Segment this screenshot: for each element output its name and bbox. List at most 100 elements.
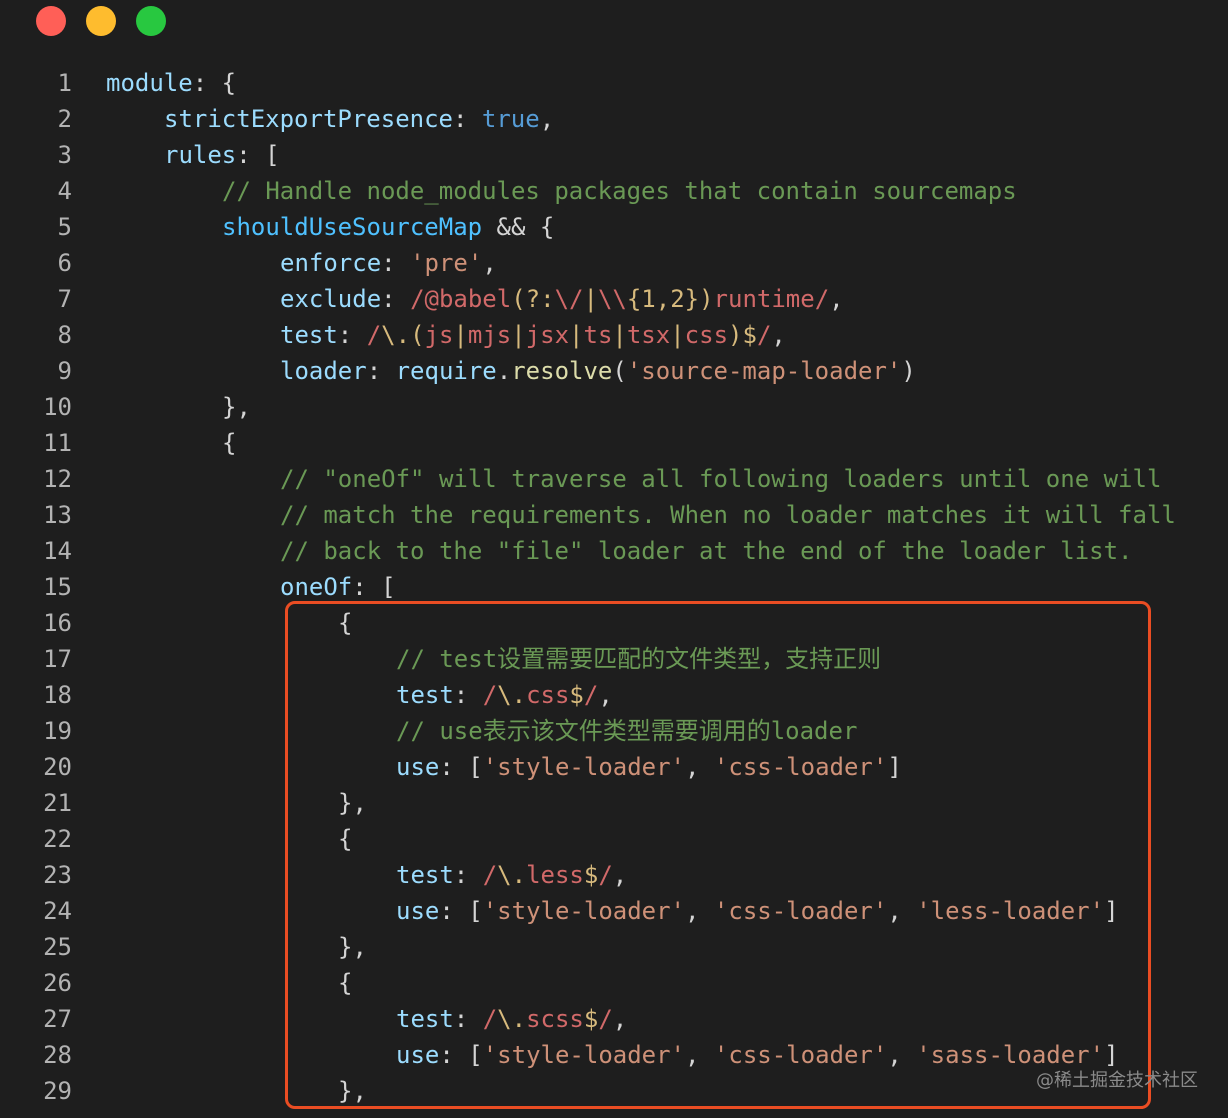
line-number: 25: [43, 933, 72, 961]
line-content: // "oneOf" will traverse all following l…: [280, 461, 1161, 497]
code-token: true: [481, 105, 540, 133]
line-number: 12: [43, 465, 72, 493]
code-token: ): [699, 285, 714, 313]
code-token: // match the requirements. When no loade…: [280, 501, 1176, 529]
code-token: ): [728, 321, 743, 349]
line-number: 27: [43, 1005, 72, 1033]
line-content: loader: require.resolve('source-map-load…: [280, 353, 916, 389]
code-line: 7 exclude: /@babel(?:\/|\\{1,2})runtime/,: [0, 281, 1228, 317]
line-content: enforce: 'pre',: [280, 245, 497, 281]
line-number: 8: [57, 321, 72, 349]
code-token: /: [756, 321, 772, 349]
line-number: 5: [57, 213, 72, 241]
code-token: /@babel: [410, 285, 512, 313]
line-number: 24: [43, 897, 72, 925]
code-token: exclude: [280, 285, 382, 313]
code-token: :: [381, 285, 411, 313]
code-token: rules: [164, 141, 237, 169]
code-token: loader: [280, 357, 367, 385]
code-line: 2 strictExportPresence: true,: [0, 101, 1228, 137]
code-token: && {: [482, 213, 555, 241]
line-number: 2: [57, 105, 72, 133]
code-token: resolve: [511, 357, 613, 385]
code-token: strictExportPresence: [164, 105, 453, 133]
window-controls: [36, 6, 166, 36]
line-number: 18: [43, 681, 72, 709]
code-line: 1 module: {: [0, 65, 1228, 101]
code-token: runtime/: [713, 285, 830, 313]
code-token: tsx: [626, 321, 671, 349]
line-content: module: {: [106, 65, 236, 101]
code-line: 14 // back to the "file" loader at the en…: [0, 533, 1228, 569]
line-number: 15: [43, 573, 72, 601]
code-line: 15 oneOf: [: [0, 569, 1228, 605]
code-token: // back to the "file" loader at the end …: [280, 537, 1133, 565]
code-token: \/: [554, 285, 584, 313]
line-content: // match the requirements. When no loade…: [280, 497, 1176, 533]
line-content: strictExportPresence: true,: [164, 101, 554, 137]
code-token: .: [496, 357, 512, 385]
code-token: (: [612, 357, 627, 385]
line-number: 13: [43, 501, 72, 529]
code-line: 4 // Handle node_modules packages that co…: [0, 173, 1228, 209]
code-token: 'source-map-loader': [626, 357, 902, 385]
line-content: shouldUseSourceMap && {: [222, 209, 554, 245]
code-token: shouldUseSourceMap: [222, 213, 483, 241]
code-token: ,: [829, 285, 844, 313]
code-token: ts: [583, 321, 613, 349]
code-line: 10},: [0, 389, 1228, 425]
code-token: : [: [352, 573, 396, 601]
code-token: {1,2}: [626, 285, 700, 313]
code-token: enforce: [280, 249, 382, 277]
line-number: 20: [43, 753, 72, 781]
line-content: exclude: /@babel(?:\/|\\{1,2})runtime/,: [280, 281, 844, 317]
line-number: 22: [43, 825, 72, 853]
code-token: // Handle node_modules packages that con…: [222, 177, 1017, 205]
code-token: module: [106, 69, 193, 97]
code-token: |: [453, 321, 468, 349]
code-token: oneOf: [280, 573, 353, 601]
line-number: 19: [43, 717, 72, 745]
code-line: 9 loader: require.resolve('source-map-loa…: [0, 353, 1228, 389]
line-number: 16: [43, 609, 72, 637]
line-content: // back to the "file" loader at the end …: [280, 533, 1133, 569]
code-token: (?:: [511, 285, 555, 313]
code-line: 8 test: /\.(js|mjs|jsx|ts|tsx|css)$/,: [0, 317, 1228, 353]
code-token: (: [410, 321, 425, 349]
code-token: \\: [597, 285, 627, 313]
code-token: |: [569, 321, 584, 349]
zoom-window-button[interactable]: [136, 6, 166, 36]
code-token: ,: [771, 321, 786, 349]
line-content: rules: [: [164, 137, 280, 173]
line-number: 6: [57, 249, 72, 277]
code-token: mjs: [467, 321, 512, 349]
code-token: require: [395, 357, 497, 385]
code-token: test: [280, 321, 338, 349]
line-content: test: /\.(js|mjs|jsx|ts|tsx|css)$/,: [280, 317, 786, 353]
close-window-button[interactable]: [36, 6, 66, 36]
highlight-box: [285, 601, 1151, 1109]
code-token: : [: [236, 141, 280, 169]
code-token: },: [222, 393, 251, 421]
line-content: oneOf: [: [280, 569, 396, 605]
line-number: 21: [43, 789, 72, 817]
code-token: js: [424, 321, 454, 349]
code-line: 6 enforce: 'pre',: [0, 245, 1228, 281]
code-token: |: [612, 321, 627, 349]
code-token: : {: [192, 69, 237, 97]
code-token: $: [742, 321, 757, 349]
code-line: 13 // match the requirements. When no loa…: [0, 497, 1228, 533]
line-number: 9: [57, 357, 72, 385]
line-number: 28: [43, 1041, 72, 1069]
code-token: /: [366, 321, 382, 349]
code-token: css: [684, 321, 729, 349]
code-token: :: [337, 321, 367, 349]
line-content: },: [222, 389, 251, 425]
code-token: ,: [539, 105, 555, 133]
code-token: |: [583, 285, 598, 313]
code-token: 'pre': [410, 249, 483, 277]
line-number: 14: [43, 537, 72, 565]
line-number: 10: [43, 393, 72, 421]
line-number: 23: [43, 861, 72, 889]
minimize-window-button[interactable]: [86, 6, 116, 36]
